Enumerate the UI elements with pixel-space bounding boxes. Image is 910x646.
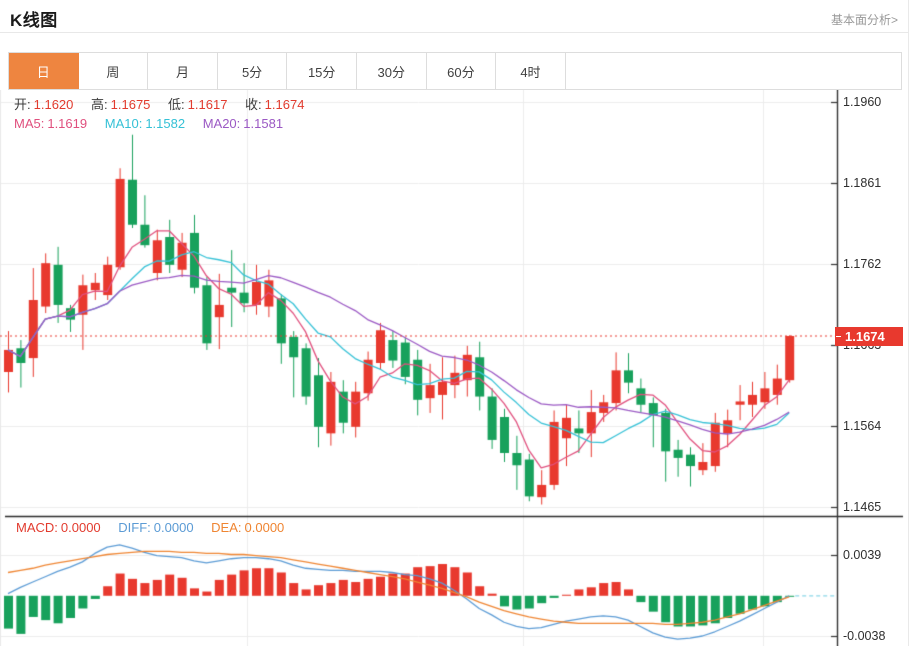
main-y-tick-1: 1.1861 — [843, 176, 881, 190]
macd-y-tick-1: -0.0038 — [843, 629, 885, 643]
tab-period-1[interactable]: 周 — [79, 53, 149, 89]
main-y-tick-2: 1.1762 — [843, 257, 881, 271]
widget-header: K线图 基本面分析> — [0, 0, 908, 33]
macd-info-row: MACD:0.0000 DIFF:0.0000 DEA:0.0000 — [16, 520, 287, 535]
high-value: 1.1675 — [111, 97, 151, 112]
low-label: 低: — [168, 97, 185, 112]
tab-period-5[interactable]: 30分 — [357, 53, 427, 89]
main-y-tick-0: 1.1960 — [843, 95, 881, 109]
diff-value: 0.0000 — [154, 520, 194, 535]
macd-y-tick-0: 0.0039 — [843, 548, 881, 562]
close-label: 收: — [245, 97, 262, 112]
main-y-tick-5: 1.1465 — [843, 500, 881, 514]
tab-period-4[interactable]: 15分 — [287, 53, 357, 89]
chart-area: 开:1.1620 高:1.1675 低:1.1617 收:1.1674 MA5:… — [0, 90, 910, 646]
tab-period-6[interactable]: 60分 — [427, 53, 497, 89]
ma10-value: 1.1582 — [145, 116, 185, 131]
current-price-value: 1.1674 — [845, 329, 885, 344]
ohlc-info-row: 开:1.1620 高:1.1675 低:1.1617 收:1.1674 — [14, 94, 307, 113]
tab-period-2[interactable]: 月 — [148, 53, 218, 89]
current-price-badge: 1.1674 — [835, 327, 903, 346]
open-label: 开: — [14, 97, 31, 112]
tab-period-0[interactable]: 日 — [9, 53, 79, 89]
open-value: 1.1620 — [34, 97, 74, 112]
ma-info-row: MA5:1.1619 MA10:1.1582 MA20:1.1581 — [14, 116, 286, 131]
macd-value: 0.0000 — [61, 520, 101, 535]
kline-widget: K线图 基本面分析> 日周月5分15分30分60分4时 开:1.1620 高:1… — [0, 0, 909, 646]
fundamental-analysis-link[interactable]: 基本面分析> — [831, 11, 898, 28]
dea-value: 0.0000 — [245, 520, 285, 535]
ma10-label: MA10: — [105, 116, 143, 131]
ma20-value: 1.1581 — [243, 116, 283, 131]
tab-period-3[interactable]: 5分 — [218, 53, 288, 89]
ma5-value: 1.1619 — [47, 116, 87, 131]
high-label: 高: — [91, 97, 108, 112]
main-y-tick-4: 1.1564 — [843, 419, 881, 433]
period-tabbar: 日周月5分15分30分60分4时 — [8, 52, 902, 90]
page-title: K线图 — [10, 6, 58, 31]
macd-label: MACD: — [16, 520, 58, 535]
kline-chart-canvas[interactable] — [0, 90, 910, 646]
close-value: 1.1674 — [265, 97, 305, 112]
tabbar-filler — [566, 53, 901, 89]
ma5-label: MA5: — [14, 116, 44, 131]
diff-label: DIFF: — [118, 520, 151, 535]
ma20-label: MA20: — [203, 116, 241, 131]
dea-label: DEA: — [211, 520, 241, 535]
low-value: 1.1617 — [188, 97, 228, 112]
tab-period-7[interactable]: 4时 — [496, 53, 566, 89]
